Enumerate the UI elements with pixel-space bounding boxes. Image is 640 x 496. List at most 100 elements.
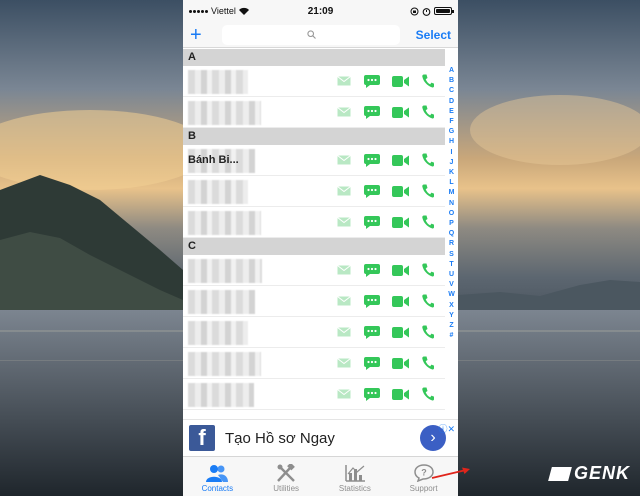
contact-row[interactable] [183,207,445,238]
contact-name [183,207,333,237]
index-letter[interactable]: K [449,168,454,178]
index-letter[interactable]: I [451,148,453,158]
phone-screen: Viettel 21:09 + Select A B Bánh Bi... C ABC… [183,0,458,496]
ad-close-icon[interactable]: ⓘ✕ [438,422,455,435]
index-letter[interactable]: # [450,331,454,341]
phone-icon[interactable] [419,263,437,277]
message-icon[interactable] [363,263,381,277]
blurred-name-mask [188,321,248,345]
contact-list[interactable]: A B Bánh Bi... C [183,49,458,419]
index-letter[interactable]: F [449,117,453,127]
blurred-name-mask [188,259,262,283]
index-letter[interactable]: H [449,137,454,147]
ad-banner[interactable]: f Tạo Hồ sơ Ngay › ⓘ✕ [183,419,458,456]
video-call-icon[interactable] [391,74,409,88]
video-call-icon[interactable] [391,294,409,308]
index-letter[interactable]: J [450,158,454,168]
alphabet-index[interactable]: A B C D E F G H I J K L M N O P Q R S T U V W X Y Z # [445,66,458,341]
index-letter[interactable]: A [449,66,454,76]
index-letter[interactable]: S [449,250,454,260]
phone-icon[interactable] [419,325,437,339]
video-call-icon[interactable] [391,215,409,229]
contact-name-text: Bánh Bi... [188,154,239,166]
alarm-icon [422,7,431,16]
blurred-name-mask [188,383,254,407]
blurred-name-mask [188,180,248,204]
index-letter[interactable]: D [449,97,454,107]
contact-row[interactable] [183,286,445,317]
add-contact-button[interactable]: + [190,25,212,45]
contact-row[interactable] [183,176,445,207]
index-letter[interactable]: U [449,270,454,280]
tab-utilities-label: Utilities [273,484,300,493]
message-icon[interactable] [363,356,381,370]
phone-icon[interactable] [419,294,437,308]
message-icon[interactable] [363,105,381,119]
video-call-icon[interactable] [391,105,409,119]
video-call-icon[interactable] [391,387,409,401]
section-header-b: B [183,128,445,145]
index-letter[interactable]: Y [449,311,454,321]
message-icon[interactable] [363,387,381,401]
phone-icon[interactable] [419,215,437,229]
video-call-icon[interactable] [391,184,409,198]
phone-icon[interactable] [419,387,437,401]
index-letter[interactable]: P [449,219,454,229]
index-letter[interactable]: M [449,188,455,198]
contact-name [183,348,333,378]
video-call-icon[interactable] [391,356,409,370]
select-button[interactable]: Select [416,28,451,42]
phone-icon[interactable] [419,105,437,119]
genk-watermark: GENK [548,463,630,484]
phone-icon[interactable] [419,184,437,198]
statistics-icon [345,465,365,482]
index-letter[interactable]: V [449,280,454,290]
blurred-name-mask [188,352,261,376]
index-letter[interactable]: R [449,239,454,249]
contact-row[interactable] [183,66,445,97]
message-icon[interactable] [363,153,381,167]
tab-support-label: Support [409,484,438,493]
message-icon[interactable] [363,325,381,339]
contact-row[interactable] [183,255,445,286]
video-call-icon[interactable] [391,325,409,339]
tab-bar: Contacts Utilities Statistics ? Support [183,456,458,496]
tab-statistics[interactable]: Statistics [321,457,390,496]
index-letter[interactable]: T [449,260,453,270]
index-letter[interactable]: L [449,178,453,188]
contact-row[interactable] [183,379,445,410]
email-icon [335,294,353,308]
tools-icon [277,464,296,482]
index-letter[interactable]: Z [449,321,453,331]
contact-row[interactable]: Bánh Bi... [183,145,445,176]
tab-utilities[interactable]: Utilities [252,457,321,496]
index-letter[interactable]: Q [449,229,454,239]
index-letter[interactable]: N [449,199,454,209]
section-header-a: A [183,49,445,66]
phone-icon[interactable] [419,153,437,167]
tab-contacts[interactable]: Contacts [183,457,252,496]
wifi-icon [238,7,249,15]
message-icon[interactable] [363,215,381,229]
index-letter[interactable]: C [449,86,454,96]
phone-icon[interactable] [419,74,437,88]
phone-icon[interactable] [419,356,437,370]
search-field[interactable] [222,24,400,45]
index-letter[interactable]: B [449,76,454,86]
contact-row[interactable] [183,97,445,128]
video-call-icon[interactable] [391,263,409,277]
message-icon[interactable] [363,294,381,308]
blurred-name-mask [188,101,261,125]
index-letter[interactable]: E [449,107,454,117]
index-letter[interactable]: W [448,290,455,300]
message-icon[interactable] [363,184,381,198]
index-letter[interactable]: G [449,127,454,137]
index-letter[interactable]: X [449,301,454,311]
video-call-icon[interactable] [391,153,409,167]
search-icon [306,30,316,39]
index-letter[interactable]: O [449,209,454,219]
contact-row[interactable] [183,348,445,379]
message-icon[interactable] [363,74,381,88]
contact-name [183,255,333,285]
contact-row[interactable] [183,317,445,348]
